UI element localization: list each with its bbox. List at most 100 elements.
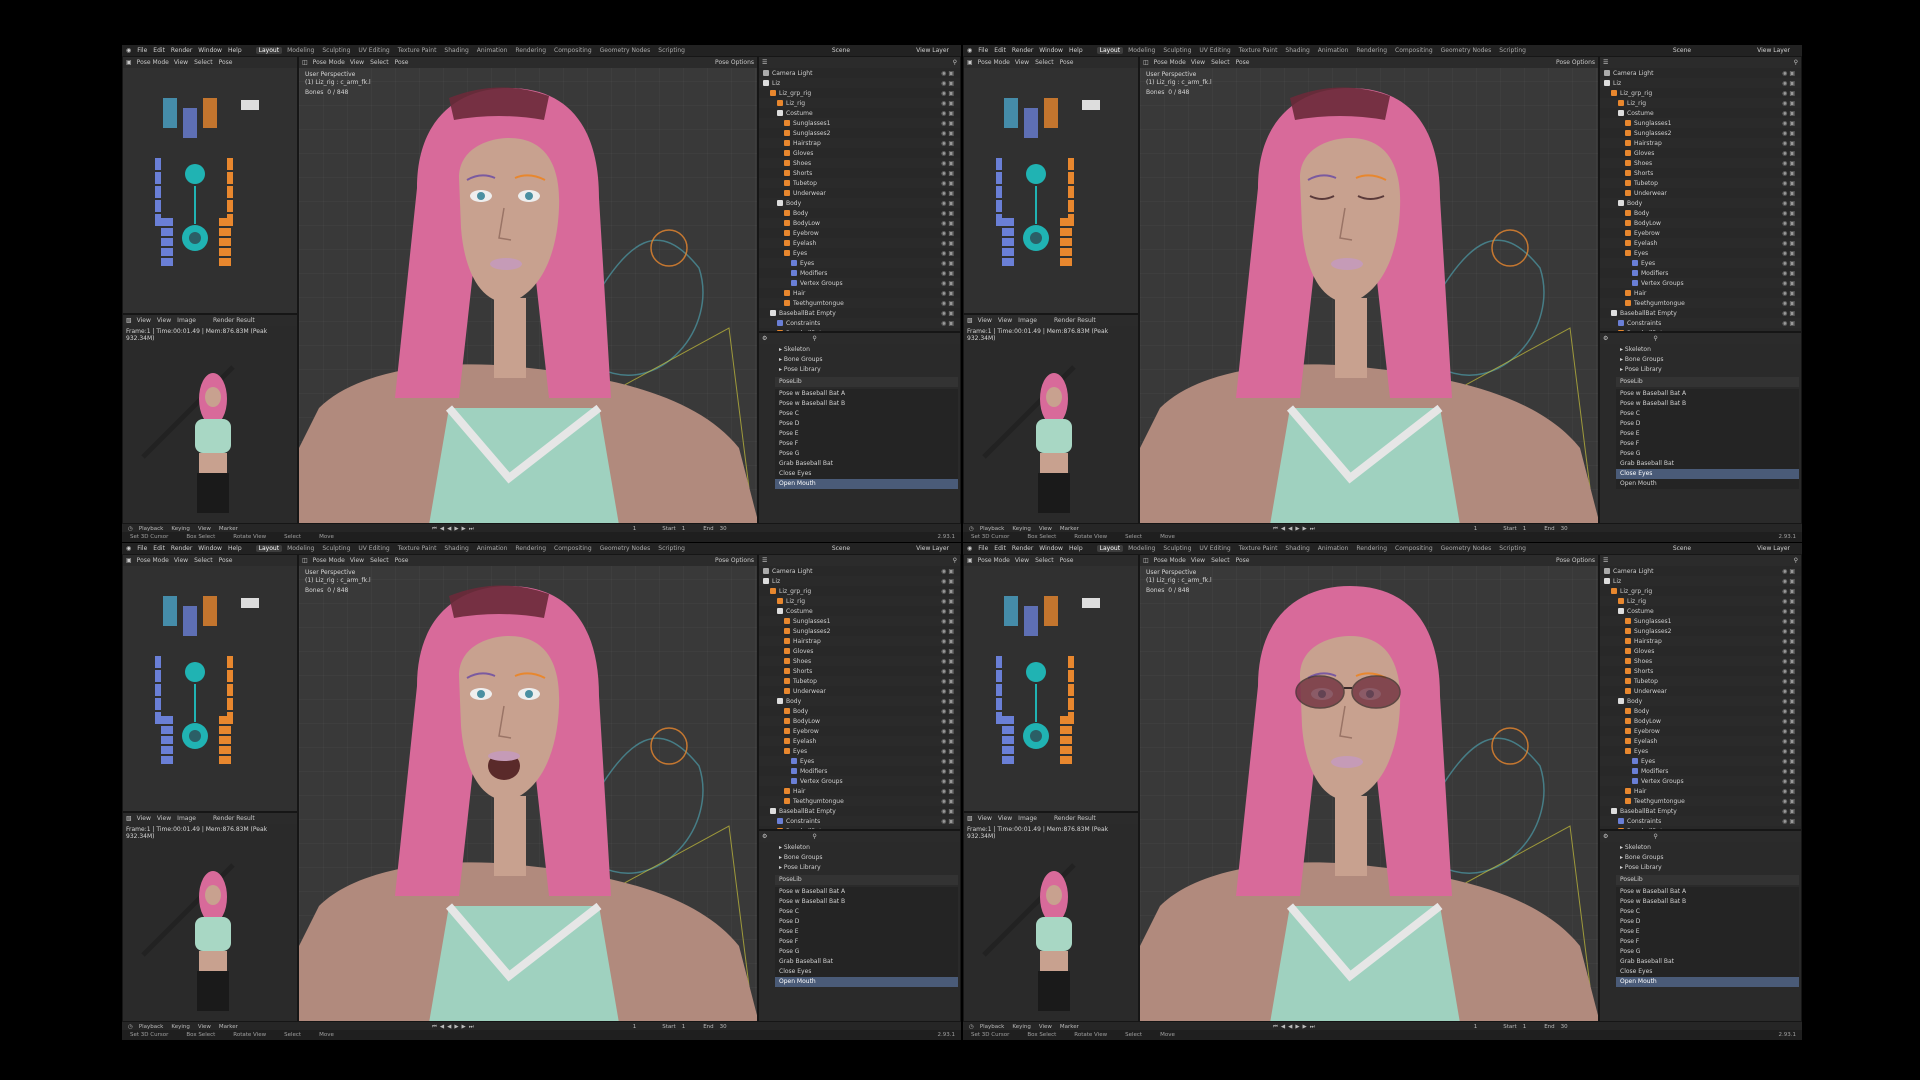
pose-options[interactable]: Pose Options <box>715 557 754 564</box>
pose-item[interactable]: Pose C <box>775 907 958 917</box>
outliner-row[interactable]: Tubetop ◉▣ <box>1600 676 1801 686</box>
editor-type-icon[interactable]: ▣ <box>967 59 973 66</box>
tab-texture-paint[interactable]: Texture Paint <box>1236 545 1281 552</box>
tab-sculpting[interactable]: Sculpting <box>1160 47 1194 54</box>
outliner-row[interactable]: Hair ◉▣ <box>759 288 960 298</box>
menu-window[interactable]: Window <box>1039 545 1063 552</box>
menu-help[interactable]: Help <box>1069 47 1083 54</box>
visibility-icon[interactable]: ◉▣ <box>941 320 956 327</box>
outliner-row[interactable]: BaseballBat Empty ◉▣ <box>1600 308 1801 318</box>
outliner-row[interactable]: Costume ◉▣ <box>759 108 960 118</box>
outliner-row[interactable]: Constraints ◉▣ <box>759 318 960 328</box>
pose-item[interactable]: Grab Baseball Bat <box>775 459 958 469</box>
outliner-row[interactable]: Camera Light ◉▣ <box>1600 68 1801 78</box>
outliner-row[interactable]: Body ◉▣ <box>1600 706 1801 716</box>
panel-skeleton[interactable]: ▸ Skeleton <box>775 345 958 355</box>
tab-compositing[interactable]: Compositing <box>1392 47 1436 54</box>
menu-file[interactable]: File <box>137 545 147 552</box>
render-menu-view[interactable]: View <box>998 815 1012 822</box>
filter-icon[interactable]: ⚲ <box>953 557 957 564</box>
outliner-row[interactable]: BaseballBat Empty ◉▣ <box>759 806 960 816</box>
outliner-row[interactable]: Body ◉▣ <box>1600 208 1801 218</box>
visibility-icon[interactable]: ◉▣ <box>1782 210 1797 217</box>
pose-item[interactable]: Pose G <box>775 449 958 459</box>
tab-sculpting[interactable]: Sculpting <box>319 545 353 552</box>
outliner-row[interactable]: Modifiers ◉▣ <box>759 766 960 776</box>
panel-skeleton[interactable]: ▸ Skeleton <box>1616 345 1799 355</box>
outliner-row[interactable]: Eyes ◉▣ <box>759 248 960 258</box>
outliner-icon[interactable]: ☰ <box>762 557 767 564</box>
outliner-row[interactable]: Teethgumtongue ◉▣ <box>1600 796 1801 806</box>
outliner-row[interactable]: Liz ◉▣ <box>1600 576 1801 586</box>
visibility-icon[interactable]: ◉▣ <box>1782 598 1797 605</box>
visibility-icon[interactable]: ◉▣ <box>1782 280 1797 287</box>
outliner-icon[interactable]: ☰ <box>1603 59 1608 66</box>
tab-shading[interactable]: Shading <box>441 47 471 54</box>
tab-scripting[interactable]: Scripting <box>655 47 688 54</box>
tab-layout[interactable]: Layout <box>255 47 283 54</box>
render-menu-view[interactable]: View <box>978 815 992 822</box>
3d-view-icon[interactable]: ◫ <box>302 557 308 564</box>
visibility-icon[interactable]: ◉▣ <box>941 70 956 77</box>
visibility-icon[interactable]: ◉▣ <box>941 140 956 147</box>
pose-item[interactable]: Pose w Baseball Bat A <box>775 887 958 897</box>
render-menu-image[interactable]: Image <box>177 815 196 822</box>
render-title[interactable]: Render Result <box>1054 815 1096 822</box>
menu-render[interactable]: Render <box>171 545 192 552</box>
menu-render[interactable]: Render <box>1012 545 1033 552</box>
properties-icon[interactable]: ⚙ <box>762 335 767 342</box>
outliner-row[interactable]: BaseballBat Empty ◉▣ <box>1600 806 1801 816</box>
visibility-icon[interactable]: ◉▣ <box>941 190 956 197</box>
outliner-row[interactable]: Shoes ◉▣ <box>759 158 960 168</box>
outliner-row[interactable]: Costume ◉▣ <box>759 606 960 616</box>
outliner-row[interactable]: Hairstrap ◉▣ <box>759 636 960 646</box>
tab-rendering[interactable]: Rendering <box>1353 545 1390 552</box>
tab-geometry-nodes[interactable]: Geometry Nodes <box>1438 47 1495 54</box>
outliner-row[interactable]: Vertex Groups ◉▣ <box>759 776 960 786</box>
viewport-menu-view[interactable]: View <box>350 557 364 564</box>
panel-skeleton[interactable]: ▸ Skeleton <box>1616 843 1799 853</box>
visibility-icon[interactable]: ◉▣ <box>1782 618 1797 625</box>
visibility-icon[interactable]: ◉▣ <box>1782 150 1797 157</box>
outliner-row[interactable]: Eyes ◉▣ <box>759 756 960 766</box>
visibility-icon[interactable]: ◉▣ <box>941 628 956 635</box>
pose-item[interactable]: Pose C <box>1616 907 1799 917</box>
menu-edit[interactable]: Edit <box>994 545 1006 552</box>
outliner-row[interactable]: Eyes ◉▣ <box>1600 248 1801 258</box>
tab-uv-editing[interactable]: UV Editing <box>355 47 392 54</box>
visibility-icon[interactable]: ◉▣ <box>941 80 956 87</box>
visibility-icon[interactable]: ◉▣ <box>1782 300 1797 307</box>
outliner-row[interactable]: Vertex Groups ◉▣ <box>759 278 960 288</box>
visibility-icon[interactable]: ◉▣ <box>1782 628 1797 635</box>
visibility-icon[interactable]: ◉▣ <box>1782 130 1797 137</box>
outliner-row[interactable]: Liz ◉▣ <box>1600 78 1801 88</box>
viewport-mode[interactable]: Pose Mode <box>1154 59 1186 66</box>
panel-bone-groups[interactable]: ▸ Bone Groups <box>1616 853 1799 863</box>
outliner-row[interactable]: BaseballBat Empty ◉▣ <box>759 308 960 318</box>
visibility-icon[interactable]: ◉▣ <box>1782 578 1797 585</box>
visibility-icon[interactable]: ◉▣ <box>941 280 956 287</box>
tab-shading[interactable]: Shading <box>1282 47 1312 54</box>
outliner-row[interactable]: Shorts ◉▣ <box>759 168 960 178</box>
visibility-icon[interactable]: ◉▣ <box>941 658 956 665</box>
viewport-menu-view[interactable]: View <box>1191 59 1205 66</box>
outliner-row[interactable]: Liz_rig ◉▣ <box>1600 98 1801 108</box>
outliner-row[interactable]: Shorts ◉▣ <box>759 666 960 676</box>
visibility-icon[interactable]: ◉▣ <box>941 568 956 575</box>
pose-item[interactable]: Open Mouth <box>775 479 958 489</box>
outliner-row[interactable]: Eyebrow ◉▣ <box>1600 726 1801 736</box>
visibility-icon[interactable]: ◉▣ <box>1782 110 1797 117</box>
outliner-row[interactable]: Constraints ◉▣ <box>759 816 960 826</box>
pose-library-selector[interactable]: PoseLib <box>775 377 958 387</box>
pose-item[interactable]: Pose E <box>775 429 958 439</box>
visibility-icon[interactable]: ◉▣ <box>941 748 956 755</box>
panel-skeleton[interactable]: ▸ Skeleton <box>775 843 958 853</box>
panel-pose-library[interactable]: ▸ Pose Library <box>1616 863 1799 873</box>
tab-compositing[interactable]: Compositing <box>551 545 595 552</box>
pose-item[interactable]: Grab Baseball Bat <box>1616 459 1799 469</box>
visibility-icon[interactable]: ◉▣ <box>941 170 956 177</box>
outliner-icon[interactable]: ☰ <box>762 59 767 66</box>
menu-render[interactable]: Render <box>1012 47 1033 54</box>
outliner-row[interactable]: Camera Light ◉▣ <box>759 566 960 576</box>
outliner-row[interactable]: Eyes ◉▣ <box>1600 746 1801 756</box>
